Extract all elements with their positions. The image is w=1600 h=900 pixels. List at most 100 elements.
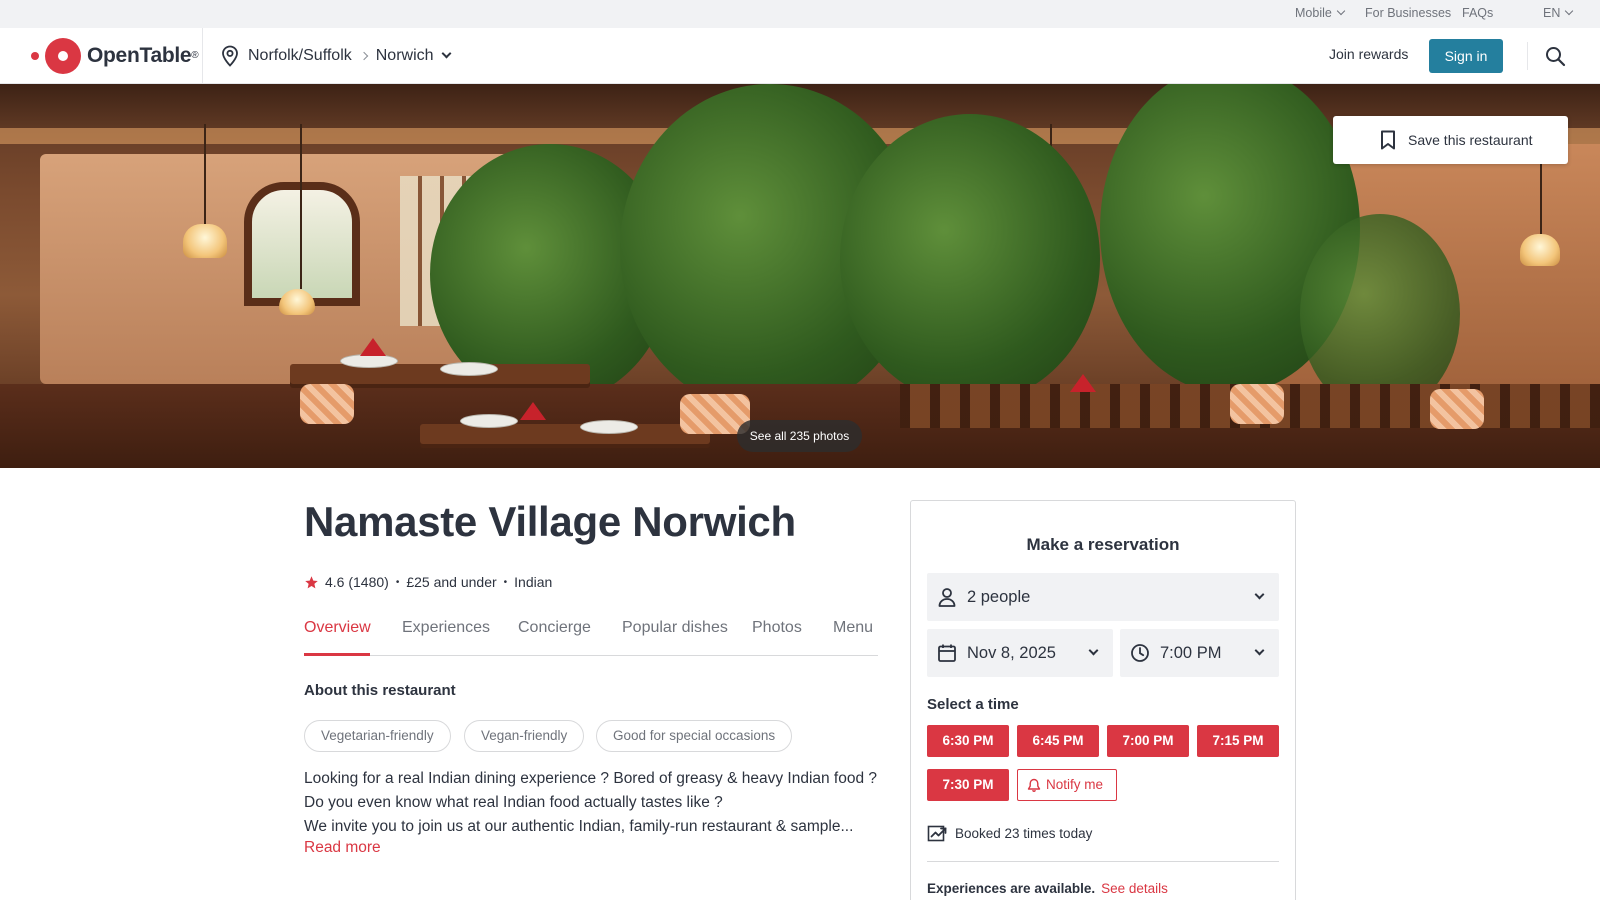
tag-chip[interactable]: Good for special occasions [596,720,793,752]
join-rewards-link[interactable]: Join rewards [1329,46,1408,62]
read-more-link[interactable]: Read more [304,839,381,857]
meta-separator: • [503,576,508,588]
tab-photos[interactable]: Photos [752,619,802,637]
description-line: Do you even know what real Indian food a… [304,794,723,811]
description-line: We invite you to join us at our authenti… [304,818,854,835]
logo-dot-icon [31,52,39,60]
save-restaurant-button[interactable]: Save this restaurant [1333,116,1568,164]
map-pin-icon [222,45,238,67]
tab-concierge[interactable]: Concierge [518,619,591,637]
date-value: Nov 8, 2025 [967,643,1056,662]
tab-experiences[interactable]: Experiences [402,619,490,637]
time-select[interactable]: 7:00 PM [1120,629,1279,677]
experiences-notice: Experiences are available. See details [927,881,1168,896]
tab-popular-dishes[interactable]: Popular dishes [622,619,728,637]
trending-up-icon [927,825,947,842]
hero-plate [580,420,638,434]
city-selector[interactable]: Norwich [376,47,434,65]
hero-plate [460,414,518,428]
hero-cushion [1230,384,1284,424]
hero-plate [340,354,398,368]
active-tab-indicator [304,653,370,656]
booked-text: Booked 23 times today [955,825,1093,841]
notify-me-button[interactable]: Notify me [1017,769,1117,801]
mobile-label: Mobile [1295,6,1332,20]
utility-bar: Mobile For Businesses FAQs EN [0,0,1600,28]
language-label: EN [1543,6,1561,20]
tab-menu[interactable]: Menu [833,619,873,637]
price-range: £25 and under [406,574,497,590]
hero-lamp [1520,234,1560,266]
hero-cushion [1430,389,1484,429]
restaurant-description: Looking for a real Indian dining experie… [304,767,884,839]
chevron-down-icon [1565,6,1574,16]
restaurant-tabs: Overview Experiences Concierge Popular d… [304,612,878,656]
header-divider [1527,42,1528,70]
time-value: 7:00 PM [1160,643,1222,662]
hero-lamp-cord [204,124,206,224]
notify-me-label: Notify me [1046,777,1104,792]
for-businesses-link[interactable]: For Businesses [1365,6,1451,20]
description-line: Looking for a real Indian dining experie… [304,770,878,787]
see-details-link[interactable]: See details [1101,881,1168,896]
time-slot-button[interactable]: 7:15 PM [1197,725,1279,757]
about-heading: About this restaurant [304,682,456,699]
calendar-icon [938,644,956,662]
select-time-label: Select a time [927,696,1019,713]
hero-plate [440,362,498,376]
region-link[interactable]: Norfolk/Suffolk [248,47,352,65]
tag-chip[interactable]: Vegan-friendly [464,720,585,752]
clock-icon [1131,644,1149,662]
see-all-photos-button[interactable]: See all 235 photos [737,420,862,452]
header-divider [202,28,203,83]
time-slot-button[interactable]: 6:30 PM [927,725,1009,757]
logo-registered-mark: ® [191,49,199,61]
review-count: (1480) [348,574,389,590]
time-slot-button[interactable]: 7:30 PM [927,769,1009,801]
language-menu[interactable]: EN [1543,6,1574,20]
person-icon [938,588,956,607]
hero-plant [840,114,1100,404]
meta-separator: • [395,576,400,588]
tab-overview[interactable]: Overview [304,619,371,637]
time-slot-button[interactable]: 6:45 PM [1017,725,1099,757]
opentable-logo[interactable]: OpenTable ® [31,37,199,75]
hero-window [244,182,360,306]
party-size-value: 2 people [967,587,1031,606]
hero-table [420,424,710,444]
chevron-down-icon [1088,645,1099,656]
bookmark-icon [1381,130,1395,150]
party-size-select[interactable]: 2 people [927,573,1279,621]
save-restaurant-label: Save this restaurant [1408,132,1533,148]
date-select[interactable]: Nov 8, 2025 [927,629,1113,677]
hero-cushion [300,384,354,424]
reservation-card: Make a reservation 2 people Nov 8, 2025 … [910,500,1296,900]
logo-circle-icon [45,38,81,74]
hero-lamp-cord [300,124,302,289]
booked-today: Booked 23 times today [927,823,1092,843]
mobile-menu[interactable]: Mobile [1295,6,1346,20]
logo-wordmark: OpenTable [87,44,192,67]
chevron-down-icon [1254,645,1265,656]
star-icon [305,575,318,588]
time-slot-button[interactable]: 7:00 PM [1107,725,1189,757]
experiences-text: Experiences are available. [927,881,1096,896]
restaurant-meta: 4.6 (1480) • £25 and under • Indian [304,572,552,592]
reservation-divider [927,861,1279,862]
site-header: OpenTable ® Norfolk/Suffolk Norwich Join … [0,28,1600,84]
hero-lamp [183,224,227,258]
sign-in-button[interactable]: Sign in [1429,39,1503,73]
restaurant-name: Namaste Village Norwich [304,498,796,545]
chevron-down-icon [1336,6,1346,16]
rating-value: 4.6 [325,574,345,590]
chevron-down-icon [1254,589,1265,600]
cuisine: Indian [514,574,553,590]
tag-chip[interactable]: Vegetarian-friendly [304,720,451,752]
search-icon[interactable] [1544,45,1566,67]
faqs-link[interactable]: FAQs [1462,6,1493,20]
chevron-right-icon [359,51,368,61]
reservation-title: Make a reservation [1026,535,1180,554]
location-breadcrumb: Norfolk/Suffolk Norwich [220,42,451,70]
bell-icon [1027,778,1041,792]
chevron-down-icon [441,48,451,58]
